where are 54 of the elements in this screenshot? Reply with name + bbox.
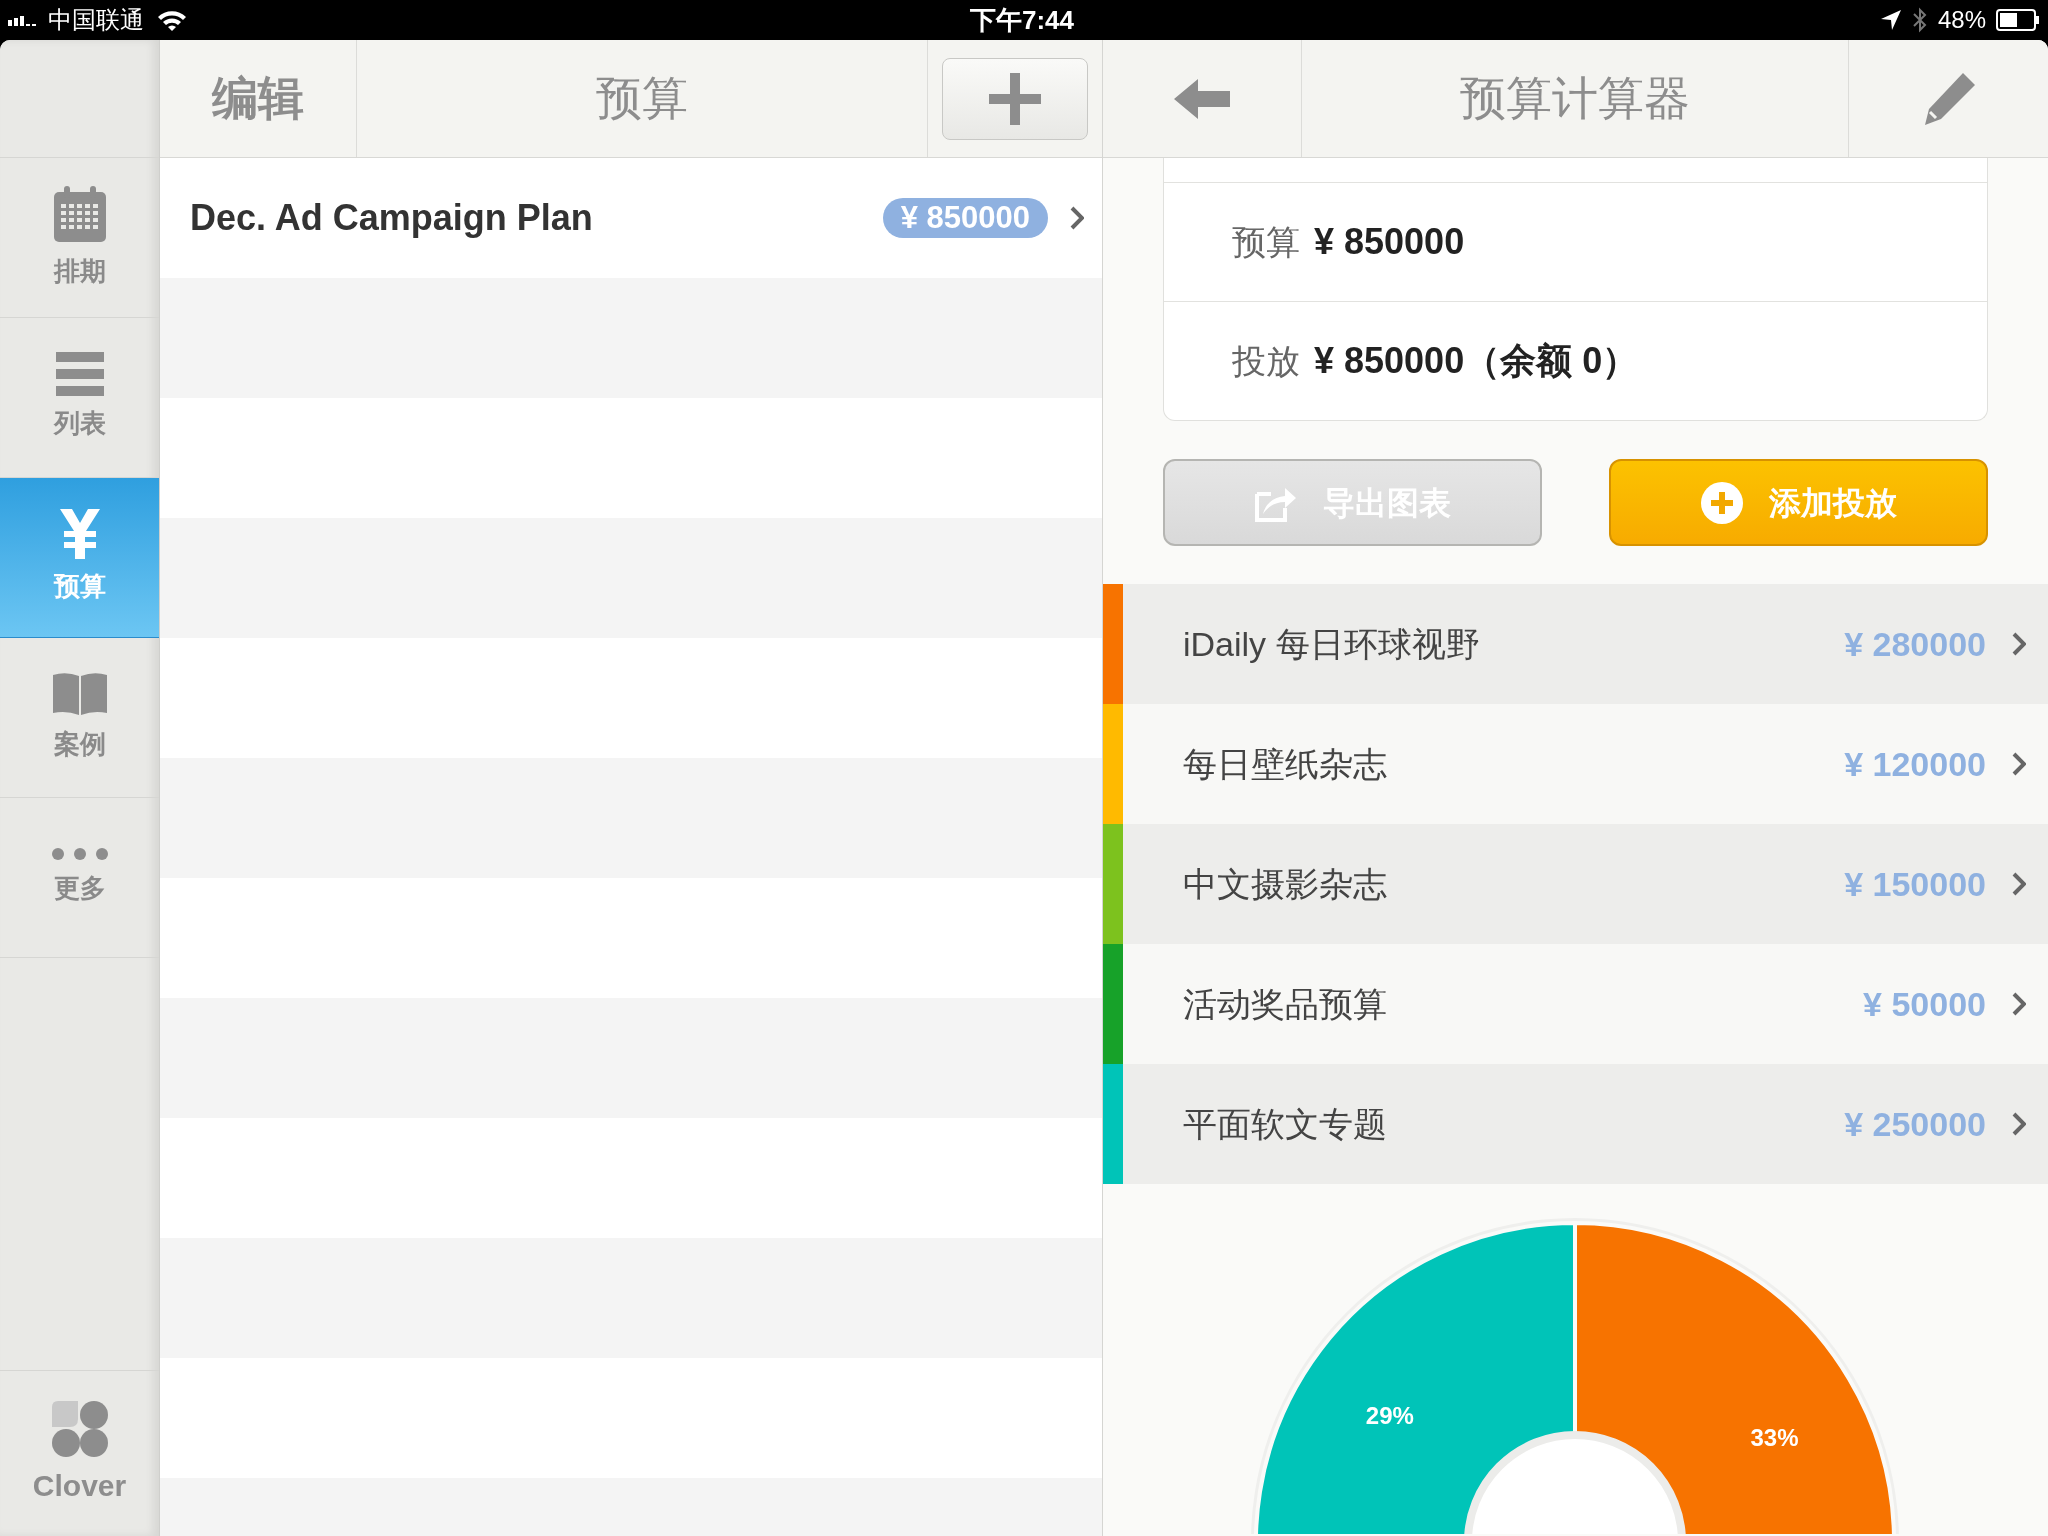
book-icon [50, 671, 109, 717]
amount-text: ¥ 150000 [1844, 863, 1986, 905]
placement-row[interactable]: 中文摄影杂志 ¥ 150000 [1103, 824, 2048, 944]
list-icon [55, 352, 104, 396]
clover-logo-icon [49, 1399, 110, 1459]
plan-row[interactable]: Dec. Ad Campaign Plan ¥ 850000 [160, 158, 1102, 278]
panel-title: 预算 [596, 71, 688, 126]
summary-label: 预算 [1232, 221, 1300, 263]
chevron-icon [2012, 992, 2026, 1016]
placement-row[interactable]: iDaily 每日环球视野 ¥ 280000 [1103, 584, 2048, 704]
carrier-name: 中国联通 [48, 5, 144, 35]
amount-text: ¥ 120000 [1844, 743, 1986, 785]
amount-text: ¥ 280000 [1844, 623, 1986, 665]
chevron-icon [2012, 872, 2026, 896]
amount-text: ¥ 50000 [1863, 983, 1986, 1025]
back-arrow-icon [1174, 78, 1230, 119]
panel-title: 预算计算器 [1460, 71, 1690, 126]
add-placement-button[interactable]: 添加投放 [1609, 459, 1988, 546]
edit-button[interactable]: 编辑 [160, 40, 357, 157]
percent-label: 29% [1365, 1402, 1414, 1430]
clock-time: 下午7:44 [970, 3, 1075, 37]
amount-text: ¥ 250000 [1844, 1103, 1986, 1145]
sidebar-tab[interactable]: 更多 [0, 798, 159, 958]
chevron-icon [2012, 752, 2026, 776]
battery-icon [1996, 9, 2040, 31]
summary-value: ¥ 850000 [1314, 220, 1465, 264]
bluetooth-icon [1911, 7, 1928, 33]
chevron-icon [2012, 1112, 2026, 1136]
placement-row[interactable]: 平面软文专题 ¥ 250000 [1103, 1064, 2048, 1184]
wifi-icon [156, 8, 188, 32]
amount-badge: ¥ 850000 [882, 198, 1048, 238]
plus-icon [989, 72, 1041, 125]
calendar-icon [51, 184, 108, 244]
yen-icon [57, 509, 102, 559]
chevron-icon [2012, 632, 2026, 656]
sidebar-tab[interactable]: 案例 [0, 638, 159, 798]
placement-name: 平面软文专题 [1183, 1103, 1387, 1145]
plus-circle-icon [1700, 481, 1743, 524]
placement-name: 每日壁纸杂志 [1183, 743, 1387, 785]
placement-name: iDaily 每日环球视野 [1183, 623, 1480, 665]
add-button[interactable] [942, 57, 1088, 140]
sidebar-tab[interactable]: 排期 [0, 158, 159, 318]
sidebar-tab[interactable]: 预算 [0, 478, 159, 638]
location-arrow-icon [1879, 9, 1902, 31]
brand-name: Clover [32, 1468, 127, 1504]
more-icon [50, 847, 109, 861]
summary-label: 投放 [1232, 340, 1300, 382]
placement-name: 中文摄影杂志 [1183, 863, 1387, 905]
summary-value: ¥ 850000（余额 0） [1314, 339, 1639, 383]
placement-name: 活动奖品预算 [1183, 983, 1387, 1025]
chevron-icon [1070, 206, 1084, 230]
sidebar-tab[interactable]: 列表 [0, 318, 159, 478]
battery-percent: 48% [1937, 5, 1986, 35]
percent-label: 33% [1750, 1423, 1799, 1451]
